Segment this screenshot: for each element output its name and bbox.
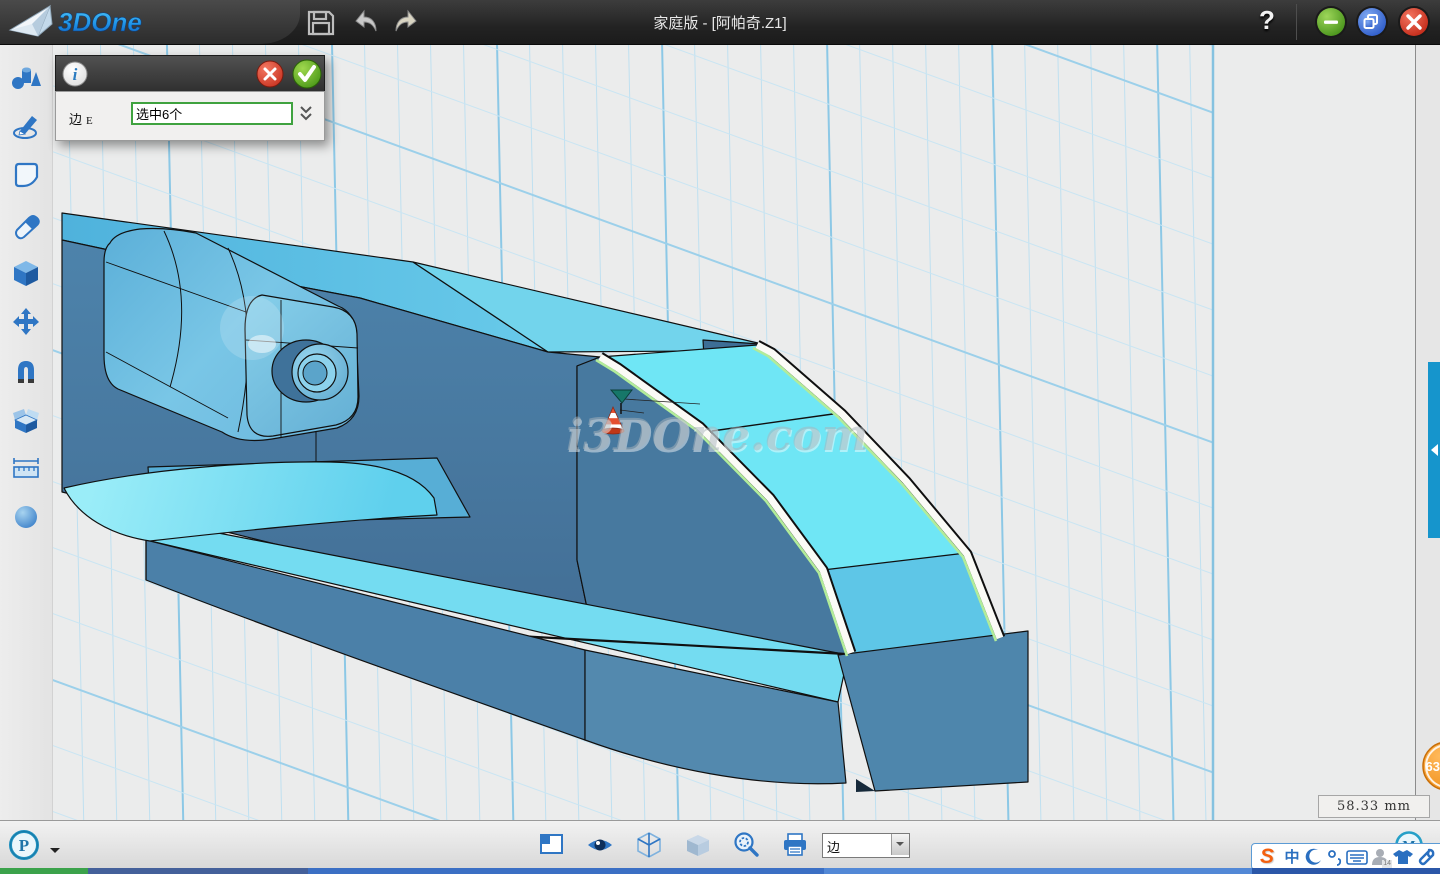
combine-box-button[interactable]: [10, 404, 42, 436]
title-bar: 3DOne 家庭版 - [阿帕奇.Z1] ?: [0, 0, 1440, 45]
info-icon: i: [62, 61, 88, 87]
paper-plane-icon: [10, 6, 52, 36]
selection-filter-dropdown[interactable]: 边: [822, 833, 910, 858]
redo-icon: [396, 11, 416, 31]
ime-skin[interactable]: [1392, 846, 1414, 868]
selection-filter-value: 边: [827, 837, 840, 856]
dialog-cancel-button[interactable]: [256, 60, 284, 88]
watermark: i3DOne.com i3DOne.com: [566, 410, 869, 463]
eye-icon: [588, 840, 612, 851]
part-library-caret[interactable]: [50, 848, 60, 858]
material-button[interactable]: [10, 502, 42, 534]
floppy-icon: [309, 12, 333, 34]
sogou-logo[interactable]: S: [1254, 846, 1280, 868]
feature-cube-icon: [14, 261, 38, 286]
eraser-icon: [16, 216, 39, 238]
ime-language-toggle[interactable]: 中: [1282, 846, 1302, 868]
primitives-icon: [12, 68, 41, 90]
wireframe-cube-icon: [638, 833, 660, 857]
primitives-button[interactable]: [10, 62, 42, 94]
material-sphere-icon: [15, 506, 37, 528]
login-badge: 14: [1382, 860, 1392, 868]
zoom-settings-button[interactable]: [731, 830, 761, 860]
save-button[interactable]: [304, 5, 338, 39]
moon-icon: [1304, 847, 1324, 867]
pane-icon: [541, 835, 562, 853]
sketch-button[interactable]: [10, 110, 42, 142]
right-panel-strip: 63: [1415, 44, 1440, 862]
taskbar-edge-navy: [1252, 868, 1440, 874]
collapsed-panel-tab[interactable]: [1428, 362, 1440, 538]
dialog-ok-button[interactable]: [292, 59, 322, 89]
close-button[interactable]: [1398, 6, 1430, 38]
measure-icon: [14, 458, 38, 477]
taskbar-edge-green: [0, 868, 88, 874]
notification-badge[interactable]: 63: [1416, 674, 1440, 794]
ime-punctuation-toggle[interactable]: [1326, 846, 1344, 868]
ime-settings[interactable]: [1416, 846, 1436, 868]
surface-icon: [16, 164, 37, 186]
combine-box-icon: [13, 409, 39, 433]
tshirt-icon: [1392, 847, 1414, 867]
printer-icon: [784, 834, 806, 855]
redo-button[interactable]: [390, 5, 424, 39]
wrench-icon: [1416, 847, 1436, 867]
part-library-button[interactable]: P: [8, 829, 40, 861]
punctuation-icon: [1326, 847, 1344, 867]
keyboard-icon: [1346, 847, 1368, 867]
app-logo: 3DOne: [6, 2, 216, 42]
edge-selection-input[interactable]: [131, 102, 293, 125]
viewport-3d-scene[interactable]: i3DOne.com i3DOne.com: [52, 44, 1415, 862]
move-arrows-icon: [13, 308, 39, 335]
shaded-mode-button[interactable]: [683, 830, 713, 860]
restore-button[interactable]: [1356, 6, 1388, 38]
help-button[interactable]: ?: [1252, 5, 1282, 39]
undo-button[interactable]: [348, 5, 382, 39]
magnifier-gear-icon: [736, 834, 758, 856]
svg-text:63: 63: [1426, 759, 1440, 774]
collapse-arrow-icon: [1428, 362, 1440, 538]
measure-button[interactable]: [10, 452, 42, 484]
eraser-button[interactable]: [10, 209, 42, 241]
app-logo-text: 3DOne: [58, 7, 142, 37]
edge-field-label: 边E: [69, 109, 93, 128]
svg-text:i: i: [73, 65, 78, 84]
ime-fullhalf-toggle[interactable]: [1304, 846, 1324, 868]
taskbar-edge-blue: [308, 868, 824, 874]
window-controls: [1312, 4, 1434, 40]
svg-text:i3DOne.com: i3DOne.com: [566, 410, 868, 461]
dialog-title-bar[interactable]: i: [55, 55, 325, 91]
pane-layout-button[interactable]: [537, 830, 567, 860]
undo-icon: [356, 11, 376, 31]
expand-chevrons-button[interactable]: [298, 104, 314, 124]
ime-login[interactable]: 14: [1370, 846, 1390, 868]
svg-text:P: P: [19, 836, 29, 855]
measurement-readout: 58.33 mm: [1318, 795, 1430, 818]
bottom-toolbar: 边 P M: [0, 820, 1440, 869]
dialog-body: 边E: [55, 91, 325, 141]
magnet-button[interactable]: [10, 356, 42, 388]
ime-toolbar: S 中 14: [1251, 843, 1440, 870]
selection-dialog: i 边E: [55, 55, 325, 141]
window-title: 家庭版 - [阿帕奇.Z1]: [540, 12, 900, 33]
chevron-double-down-icon: [301, 107, 311, 119]
print-button[interactable]: [780, 830, 810, 860]
sketch-pencil-icon: [14, 116, 37, 138]
magnet-icon: [18, 361, 34, 383]
feature-cube-button[interactable]: [10, 257, 42, 289]
move-button[interactable]: [10, 306, 42, 338]
taskbar-edge-dark: [88, 868, 308, 874]
left-toolbar: [0, 44, 53, 820]
shaded-cube-icon: [687, 835, 709, 856]
minimize-button[interactable]: [1315, 6, 1347, 38]
taskbar-edge-light: [824, 868, 1252, 874]
visibility-button[interactable]: [585, 830, 615, 860]
wireframe-mode-button[interactable]: [634, 830, 664, 860]
dropdown-arrow-button[interactable]: [891, 834, 909, 855]
divider: [1296, 4, 1297, 40]
ime-soft-keyboard[interactable]: [1346, 846, 1368, 868]
surface-button[interactable]: [10, 159, 42, 191]
